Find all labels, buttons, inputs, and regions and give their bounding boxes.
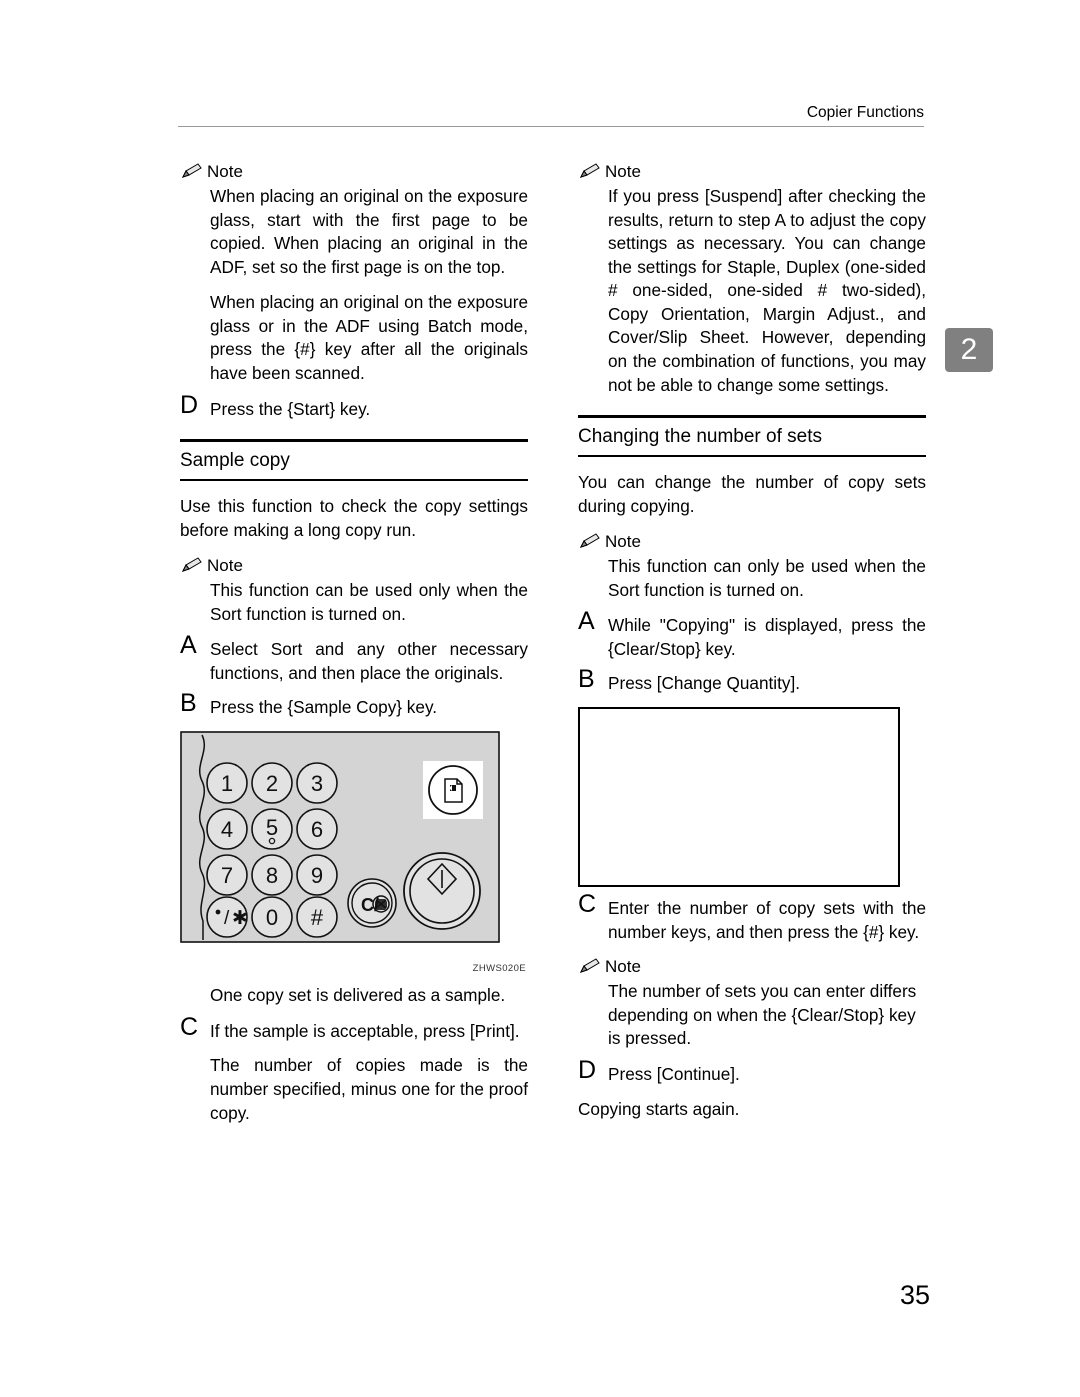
page-number: 35 (900, 1280, 931, 1310)
intro-paragraph: You can change the number of copy sets d… (578, 472, 926, 516)
after-figure-text: One copy set is delivered as a sample. (210, 985, 506, 1006)
svg-text:5: 5 (266, 815, 278, 840)
note-label: Note (605, 532, 641, 552)
screen-illustration-box (578, 707, 900, 888)
step-letter: C (578, 890, 597, 919)
keypad-figure: 1 2 3 4 5 6 7 8 9 0 # / ✱ C/ ZHWS020E (180, 731, 528, 976)
svg-text:#: # (311, 905, 324, 930)
svg-text:✱: ✱ (232, 907, 248, 929)
note-heading: Note (578, 530, 926, 553)
note-label: Note (605, 957, 641, 977)
step-text: Press the {Start} key. (210, 398, 371, 419)
svg-text:/: / (224, 908, 230, 929)
note-label: Note (207, 162, 243, 181)
section-heading-changing-sets: Changing the number of sets (578, 415, 926, 457)
svg-text:9: 9 (311, 863, 323, 888)
step-text: While "Copying" is displayed, press the … (608, 615, 926, 659)
step-letter: D (180, 390, 199, 419)
step-letter: B (578, 665, 595, 694)
chapter-tab: 2 (945, 328, 993, 372)
note-heading: Note (578, 955, 926, 978)
svg-text:7: 7 (221, 863, 233, 888)
note-label: Note (605, 162, 641, 181)
step-letter: A (180, 631, 197, 660)
step-text: Select Sort and any other necessary func… (210, 639, 528, 683)
svg-text:8: 8 (266, 863, 278, 888)
step-d: D Press the {Start} key. (180, 392, 528, 422)
pencil-icon (180, 163, 202, 180)
svg-text:0: 0 (266, 905, 278, 930)
note-heading: Note (180, 160, 528, 183)
note-paragraph: This function can be used only when the … (210, 580, 528, 624)
after-step-c-text: The number of copies made is the number … (210, 1055, 528, 1123)
note-heading: Note (578, 160, 926, 183)
step-a: A Select Sort and any other necessary fu… (180, 633, 528, 685)
step-text: Press the {Sample Copy} key. (210, 697, 438, 718)
note-heading: Note (180, 554, 528, 577)
step-letter: D (578, 1055, 597, 1084)
after-step-d-text: Copying starts again. (578, 1098, 740, 1119)
note-label: Note (207, 556, 243, 576)
pencil-icon (180, 557, 202, 574)
header-title: Copier Functions (806, 104, 924, 121)
step-letter: C (180, 1012, 199, 1041)
note-paragraph: This function can only be used when the … (608, 556, 926, 600)
step-c: C Enter the number of copy sets with the… (578, 892, 926, 944)
pencil-icon (578, 958, 600, 975)
chapter-tab-number: 2 (960, 333, 978, 366)
step-d: D Press [Continue]. (578, 1057, 926, 1087)
step-letter: B (180, 689, 197, 718)
svg-text:2: 2 (266, 771, 278, 796)
left-column: Note When placing an original on the exp… (180, 160, 528, 1125)
note-paragraph: When placing an original on the exposure… (210, 292, 528, 384)
step-letter: A (578, 607, 595, 636)
step-text: If the sample is acceptable, press [Prin… (210, 1020, 520, 1041)
step-text: Press [Change Quantity]. (608, 673, 801, 694)
step-b: B Press [Change Quantity]. (578, 667, 926, 696)
keypad-illustration: 1 2 3 4 5 6 7 8 9 0 # / ✱ C/ (180, 731, 500, 943)
svg-text:1: 1 (221, 771, 233, 796)
step-b: B Press the {Sample Copy} key. (180, 691, 528, 720)
section-heading-text: Changing the number of sets (578, 426, 822, 448)
intro-paragraph: Use this function to check the copy sett… (180, 496, 528, 540)
step-a: A While "Copying" is displayed, press th… (578, 609, 926, 661)
pencil-icon (578, 533, 600, 550)
step-c: C If the sample is acceptable, press [Pr… (180, 1014, 528, 1044)
pencil-icon (578, 163, 600, 180)
section-heading-text: Sample copy (180, 450, 290, 472)
note-paragraph: The number of sets you can enter differs… (608, 981, 917, 1049)
section-heading-sample-copy: Sample copy (180, 439, 528, 481)
page-header: Copier Functions (178, 104, 924, 127)
note-paragraph: If you press [Suspend] after checking th… (608, 186, 926, 395)
note-paragraph: When placing an original on the exposure… (210, 186, 528, 277)
figure-label: ZHWS020E (472, 963, 526, 975)
step-text: Enter the number of copy sets with the n… (608, 898, 926, 942)
svg-text:6: 6 (311, 817, 323, 842)
svg-text:4: 4 (221, 817, 233, 842)
right-column: Note If you press [Suspend] after checki… (578, 160, 926, 1133)
step-text: Press [Continue]. (608, 1063, 740, 1084)
svg-text:3: 3 (311, 771, 323, 796)
